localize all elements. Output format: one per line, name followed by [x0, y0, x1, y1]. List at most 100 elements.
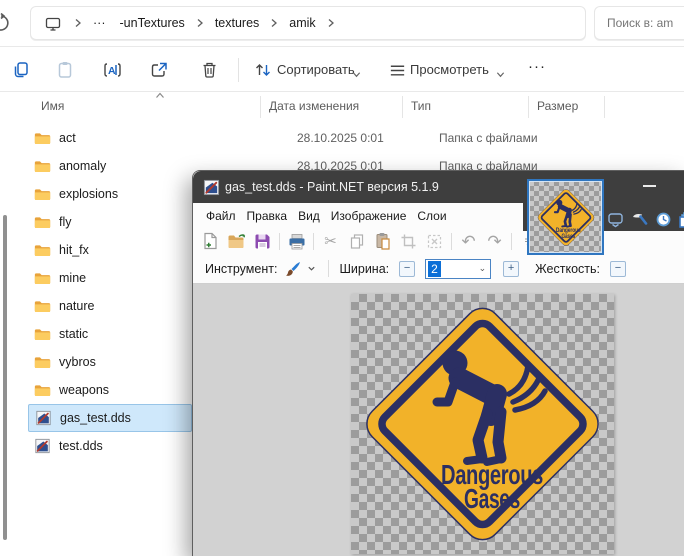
file-name: anomaly: [59, 159, 106, 173]
undo-button[interactable]: ↶: [459, 232, 478, 251]
copy-button[interactable]: [8, 57, 34, 83]
file-name: act: [59, 131, 76, 145]
paintnet-file-icon: [35, 410, 52, 426]
file-name: gas_test.dds: [60, 411, 131, 425]
cut-button[interactable]: ✂: [321, 232, 340, 251]
scrollbar[interactable]: [3, 215, 7, 540]
column-header-type[interactable]: Тип: [411, 99, 431, 113]
folder-icon: [34, 159, 51, 174]
copy-button-paint[interactable]: [347, 232, 366, 251]
this-pc-icon[interactable]: [45, 16, 61, 32]
column-divider[interactable]: [604, 96, 605, 118]
delete-button[interactable]: [196, 57, 222, 83]
history-window-icon[interactable]: [655, 211, 672, 228]
canvas-image[interactable]: [351, 294, 614, 554]
menu-layers[interactable]: Слои: [417, 209, 446, 223]
trash-icon: [200, 60, 219, 80]
window-title: gas_test.dds - Paint.NET версия 5.1.9: [225, 180, 439, 194]
file-date: 28.10.2025 0:01: [297, 131, 384, 145]
folder-icon: [34, 327, 51, 342]
chevron-right-icon: [269, 18, 279, 28]
paste-button[interactable]: [52, 57, 78, 83]
new-file-button[interactable]: [201, 232, 220, 251]
redo-button[interactable]: ↷: [485, 232, 504, 251]
menu-image[interactable]: Изображение: [331, 209, 407, 223]
file-type: Папка с файлами: [439, 131, 538, 145]
paste-button-paint[interactable]: [373, 232, 392, 251]
column-divider[interactable]: [528, 96, 529, 118]
divider: [238, 58, 239, 82]
column-header-size[interactable]: Размер: [537, 99, 578, 113]
menu-edit[interactable]: Правка: [247, 209, 288, 223]
search-text: Поиск в: am: [607, 16, 673, 30]
divider: [279, 233, 280, 250]
search-input[interactable]: Поиск в: am: [594, 6, 684, 40]
toolbar: ✂: [193, 228, 523, 254]
view-icon: [384, 57, 410, 83]
hardness-decrement-button[interactable]: −: [610, 261, 626, 277]
breadcrumb-item[interactable]: textures: [211, 14, 263, 32]
chevron-down-icon: ⌄: [479, 263, 487, 274]
width-decrement-button[interactable]: −: [399, 261, 415, 277]
save-button[interactable]: [253, 232, 272, 251]
file-row[interactable]: act 28.10.2025 0:01 Папка с файлами: [28, 124, 684, 152]
tool-options-bar: Инструмент: Ширина: − 2 ⌄ + Жесткость: −: [193, 254, 684, 284]
width-combobox[interactable]: 2 ⌄: [425, 259, 491, 279]
column-header-name[interactable]: Имя: [41, 99, 64, 113]
crop-button[interactable]: [399, 232, 418, 251]
refresh-icon[interactable]: [0, 13, 11, 33]
svg-text:A: A: [108, 65, 116, 77]
hardness-label: Жесткость:: [535, 262, 600, 276]
menu-file[interactable]: Файл: [206, 209, 236, 223]
chevron-down-icon: [496, 70, 505, 79]
minimize-button[interactable]: [643, 185, 656, 187]
folder-icon: [34, 131, 51, 146]
column-divider[interactable]: [260, 96, 261, 118]
folder-icon: [34, 299, 51, 314]
sort-button[interactable]: Сортировать: [277, 62, 355, 77]
file-name: mine: [59, 271, 86, 285]
divider: [451, 233, 452, 250]
rename-icon: A: [102, 60, 123, 80]
width-value: 2: [428, 261, 441, 277]
layers-window-icon[interactable]: [679, 211, 684, 228]
tools-window-icon[interactable]: [631, 211, 648, 228]
column-header-date[interactable]: Дата изменения: [269, 99, 359, 113]
file-name: vybros: [59, 355, 96, 369]
folder-icon: [34, 243, 51, 258]
share-button[interactable]: [146, 57, 172, 83]
breadcrumb-item[interactable]: amik: [285, 14, 319, 32]
deselect-button[interactable]: [425, 232, 444, 251]
menu-view[interactable]: Вид: [298, 209, 320, 223]
divider: [0, 91, 684, 92]
tool-label: Инструмент:: [205, 262, 277, 276]
paintbrush-icon[interactable]: [283, 259, 303, 279]
chevron-down-icon[interactable]: [307, 264, 316, 273]
chevron-right-icon: [195, 18, 205, 28]
chevron-right-icon: [326, 18, 336, 28]
view-button[interactable]: Просмотреть: [410, 62, 489, 77]
folder-icon: [34, 355, 51, 370]
dangerous-gases-sign-thumbnail: [534, 186, 598, 249]
chevron-down-icon: [352, 70, 361, 79]
folder-icon: [34, 187, 51, 202]
share-icon: [149, 60, 169, 80]
print-button[interactable]: [287, 232, 306, 251]
dangerous-gases-sign: [351, 294, 614, 554]
more-options-button[interactable]: ···: [528, 58, 546, 75]
open-file-button[interactable]: [227, 232, 246, 251]
panel-toggle-icon[interactable]: [607, 211, 624, 228]
file-row-selected[interactable]: gas_test.dds: [28, 404, 192, 432]
paintnet-window: gas_test.dds - Paint.NET версия 5.1.9 Фа…: [192, 170, 684, 556]
column-divider[interactable]: [402, 96, 403, 118]
copy-icon: [11, 60, 31, 80]
file-name: fly: [59, 215, 72, 229]
image-thumbnail-tab[interactable]: [527, 179, 604, 255]
breadcrumb-item[interactable]: -unTextures: [116, 14, 189, 32]
folder-icon: [34, 271, 51, 286]
rename-button[interactable]: A: [99, 57, 125, 83]
breadcrumb-overflow[interactable]: ···: [89, 14, 110, 32]
width-label: Ширина:: [339, 262, 389, 276]
divider: [328, 260, 329, 277]
width-increment-button[interactable]: +: [503, 261, 519, 277]
